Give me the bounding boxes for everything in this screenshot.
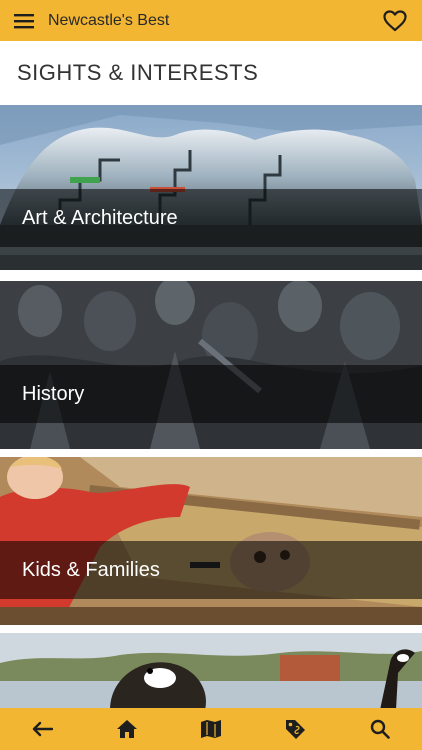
menu-icon	[14, 13, 34, 28]
category-label-band: Kids & Families	[0, 541, 422, 599]
deals-button[interactable]	[274, 708, 316, 750]
category-label-band: History	[0, 365, 422, 423]
category-card-kids-families[interactable]: Kids & Families	[0, 457, 422, 625]
category-label: Art & Architecture	[22, 206, 178, 229]
tag-icon	[286, 720, 306, 739]
app-title: Newcastle's Best	[48, 11, 170, 29]
home-button[interactable]	[106, 708, 148, 750]
category-card-history[interactable]: History	[0, 281, 422, 449]
back-arrow-icon	[32, 721, 54, 737]
search-icon	[370, 719, 390, 739]
goose-river-image	[0, 633, 422, 710]
section-title: SIGHTS & INTERESTS	[17, 60, 259, 85]
category-label: History	[22, 382, 85, 405]
top-app-bar: Newcastle's Best	[0, 0, 422, 41]
category-card-partial[interactable]	[0, 633, 422, 710]
heart-icon	[383, 10, 407, 32]
app-screen: Newcastle's Best SIGHTS & INTERESTS Art …	[0, 0, 422, 750]
favorites-button[interactable]	[382, 8, 408, 34]
search-button[interactable]	[359, 708, 401, 750]
map-icon	[200, 720, 221, 738]
category-label-band: Art & Architecture	[0, 189, 422, 247]
category-card-art-architecture[interactable]: Art & Architecture	[0, 105, 422, 273]
back-button[interactable]	[21, 708, 63, 750]
section-header: SIGHTS & INTERESTS	[0, 41, 422, 105]
category-label: Kids & Families	[22, 558, 160, 581]
home-icon	[116, 720, 137, 738]
menu-button[interactable]	[0, 0, 48, 41]
bottom-navigation	[0, 708, 422, 750]
map-button[interactable]	[190, 708, 232, 750]
